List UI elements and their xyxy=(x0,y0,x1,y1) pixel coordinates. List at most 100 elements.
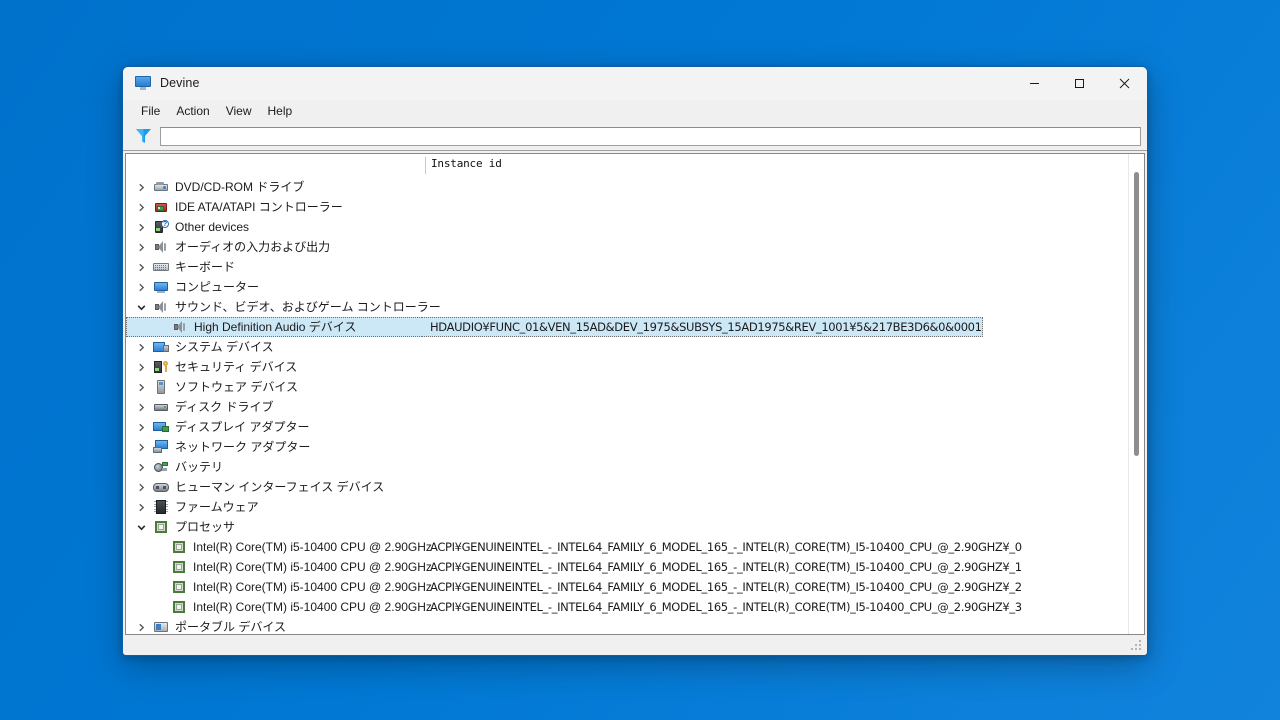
scrollbar-thumb[interactable] xyxy=(1134,172,1139,456)
resize-grip[interactable] xyxy=(1131,640,1143,652)
tree-row-name-cell[interactable]: コンピューター xyxy=(126,277,422,297)
titlebar: Devine xyxy=(123,67,1147,100)
tree-row-label: Intel(R) Core(TM) i5-10400 CPU @ 2.90GHz xyxy=(193,560,432,574)
tree-row-name-cell[interactable]: ソフトウェア デバイス xyxy=(126,377,422,397)
tree-row[interactable]: システム デバイス xyxy=(126,337,1144,357)
audio-device-icon xyxy=(172,319,188,335)
tree-row[interactable]: ディスプレイ アダプター xyxy=(126,417,1144,437)
processor-icon xyxy=(171,539,187,555)
tree-row-name-cell[interactable]: Intel(R) Core(TM) i5-10400 CPU @ 2.90GHz xyxy=(126,577,432,597)
chevron-right-icon[interactable] xyxy=(133,263,149,272)
tree-row[interactable]: Intel(R) Core(TM) i5-10400 CPU @ 2.90GHz… xyxy=(126,557,1144,577)
tree-row-name-cell[interactable]: バッテリ xyxy=(126,457,422,477)
chevron-right-icon[interactable] xyxy=(133,183,149,192)
tree-row[interactable]: キーボード xyxy=(126,257,1144,277)
tree-row-label: ソフトウェア デバイス xyxy=(175,380,298,394)
tree-row-name-cell[interactable]: オーディオの入力および出力 xyxy=(126,237,422,257)
tree-row-label: DVD/CD-ROM ドライブ xyxy=(175,180,305,194)
tree-row[interactable]: バッテリ xyxy=(126,457,1144,477)
chevron-right-icon[interactable] xyxy=(133,283,149,292)
tree-row-name-cell[interactable]: システム デバイス xyxy=(126,337,422,357)
menubar: File Action View Help xyxy=(123,100,1147,122)
maximize-button[interactable] xyxy=(1057,67,1102,99)
tree-row[interactable]: IDE ATA/ATAPI コントローラー xyxy=(126,197,1144,217)
portable-device-icon xyxy=(153,619,169,634)
device-tree[interactable]: DVD/CD-ROM ドライブ IDE ATA/ATAPI コントローラー? Oth… xyxy=(126,177,1144,634)
tree-row[interactable]: ヒューマン インターフェイス デバイス xyxy=(126,477,1144,497)
chevron-right-icon[interactable] xyxy=(133,403,149,412)
tree-row[interactable]: DVD/CD-ROM ドライブ xyxy=(126,177,1144,197)
tree-row[interactable]: ? Other devices xyxy=(126,217,1144,237)
tree-row-name-cell[interactable]: ネットワーク アダプター xyxy=(126,437,422,457)
chevron-right-icon[interactable] xyxy=(133,243,149,252)
tree-row[interactable]: Intel(R) Core(TM) i5-10400 CPU @ 2.90GHz… xyxy=(126,597,1144,617)
close-button[interactable] xyxy=(1102,67,1147,99)
chevron-right-icon[interactable] xyxy=(133,383,149,392)
system-device-icon xyxy=(153,339,169,355)
tree-row-label: Intel(R) Core(TM) i5-10400 CPU @ 2.90GHz xyxy=(193,540,432,554)
tree-row-name-cell[interactable]: Intel(R) Core(TM) i5-10400 CPU @ 2.90GHz xyxy=(126,597,432,617)
column-divider[interactable] xyxy=(425,157,426,174)
tree-row[interactable]: ソフトウェア デバイス xyxy=(126,377,1144,397)
firmware-icon xyxy=(153,499,169,515)
vertical-scrollbar[interactable] xyxy=(1128,154,1144,634)
tree-row-name-cell[interactable]: サウンド、ビデオ、およびゲーム コントローラー xyxy=(126,297,441,317)
tree-row-name-cell[interactable]: DVD/CD-ROM ドライブ xyxy=(126,177,422,197)
monitor-icon xyxy=(135,75,151,91)
menu-file[interactable]: File xyxy=(133,101,168,121)
statusbar xyxy=(123,635,1147,655)
tree-row-name-cell[interactable]: ディスプレイ アダプター xyxy=(126,417,422,437)
funnel-icon[interactable] xyxy=(135,128,152,144)
tree-row-name-cell[interactable]: Intel(R) Core(TM) i5-10400 CPU @ 2.90GHz xyxy=(126,557,432,577)
column-header-instance-id[interactable]: Instance id xyxy=(431,157,502,170)
chevron-right-icon[interactable] xyxy=(133,363,149,372)
tree-row[interactable]: セキュリティ デバイス xyxy=(126,357,1144,377)
device-tree-panel: Instance id DVD/CD-ROM ドライブ IDE ATA/ATAPI… xyxy=(125,153,1145,635)
chevron-right-icon[interactable] xyxy=(133,203,149,212)
tree-row-name-cell[interactable]: ファームウェア xyxy=(126,497,422,517)
chevron-right-icon[interactable] xyxy=(133,503,149,512)
menu-help[interactable]: Help xyxy=(260,101,301,121)
tree-row-name-cell[interactable]: IDE ATA/ATAPI コントローラー xyxy=(126,197,422,217)
chevron-right-icon[interactable] xyxy=(133,423,149,432)
tree-row-label: ディスプレイ アダプター xyxy=(175,420,310,434)
tree-row-label: コンピューター xyxy=(175,280,260,294)
tree-row-name-cell[interactable]: ポータブル デバイス xyxy=(126,617,422,634)
chevron-right-icon[interactable] xyxy=(133,623,149,632)
menu-view[interactable]: View xyxy=(218,101,260,121)
dvd-drive-icon xyxy=(153,179,169,195)
tree-row[interactable]: サウンド、ビデオ、およびゲーム コントローラー xyxy=(126,297,1144,317)
tree-row[interactable]: ディスク ドライブ xyxy=(126,397,1144,417)
keyboard-icon xyxy=(153,259,169,275)
tree-row[interactable]: Intel(R) Core(TM) i5-10400 CPU @ 2.90GHz… xyxy=(126,537,1144,557)
tree-row-name-cell[interactable]: セキュリティ デバイス xyxy=(126,357,422,377)
chevron-right-icon[interactable] xyxy=(133,483,149,492)
chevron-down-icon[interactable] xyxy=(133,303,149,312)
tree-row-name-cell[interactable]: Intel(R) Core(TM) i5-10400 CPU @ 2.90GHz xyxy=(126,537,432,557)
tree-row[interactable]: コンピューター xyxy=(126,277,1144,297)
tree-row-name-cell[interactable]: High Definition Audio デバイス xyxy=(126,317,422,337)
chevron-right-icon[interactable] xyxy=(133,223,149,232)
tree-row-name-cell[interactable]: ディスク ドライブ xyxy=(126,397,422,417)
tree-row[interactable]: ネットワーク アダプター xyxy=(126,437,1144,457)
tree-row[interactable]: ポータブル デバイス xyxy=(126,617,1144,634)
tree-row-name-cell[interactable]: ? Other devices xyxy=(126,217,422,237)
tree-row[interactable]: プロセッサ xyxy=(126,517,1144,537)
tree-row[interactable]: High Definition Audio デバイス HDAUDIO¥FUNC_0… xyxy=(126,317,1144,337)
chevron-right-icon[interactable] xyxy=(133,343,149,352)
filter-input[interactable] xyxy=(160,126,1141,146)
chevron-right-icon[interactable] xyxy=(133,443,149,452)
menu-action[interactable]: Action xyxy=(168,101,217,121)
toolbar xyxy=(123,122,1147,151)
tree-row-name-cell[interactable]: ヒューマン インターフェイス デバイス xyxy=(126,477,422,497)
chevron-down-icon[interactable] xyxy=(133,523,149,532)
tree-row-name-cell[interactable]: キーボード xyxy=(126,257,422,277)
tree-row-name-cell[interactable]: プロセッサ xyxy=(126,517,422,537)
chevron-right-icon[interactable] xyxy=(133,463,149,472)
tree-row-instance-id: ACPI¥GENUINEINTEL_-_INTEL64_FAMILY_6_MOD… xyxy=(430,580,1022,594)
tree-row[interactable]: Intel(R) Core(TM) i5-10400 CPU @ 2.90GHz… xyxy=(126,577,1144,597)
tree-row[interactable]: オーディオの入力および出力 xyxy=(126,237,1144,257)
processor-icon xyxy=(171,579,187,595)
tree-row[interactable]: ファームウェア xyxy=(126,497,1144,517)
minimize-button[interactable] xyxy=(1012,67,1057,99)
